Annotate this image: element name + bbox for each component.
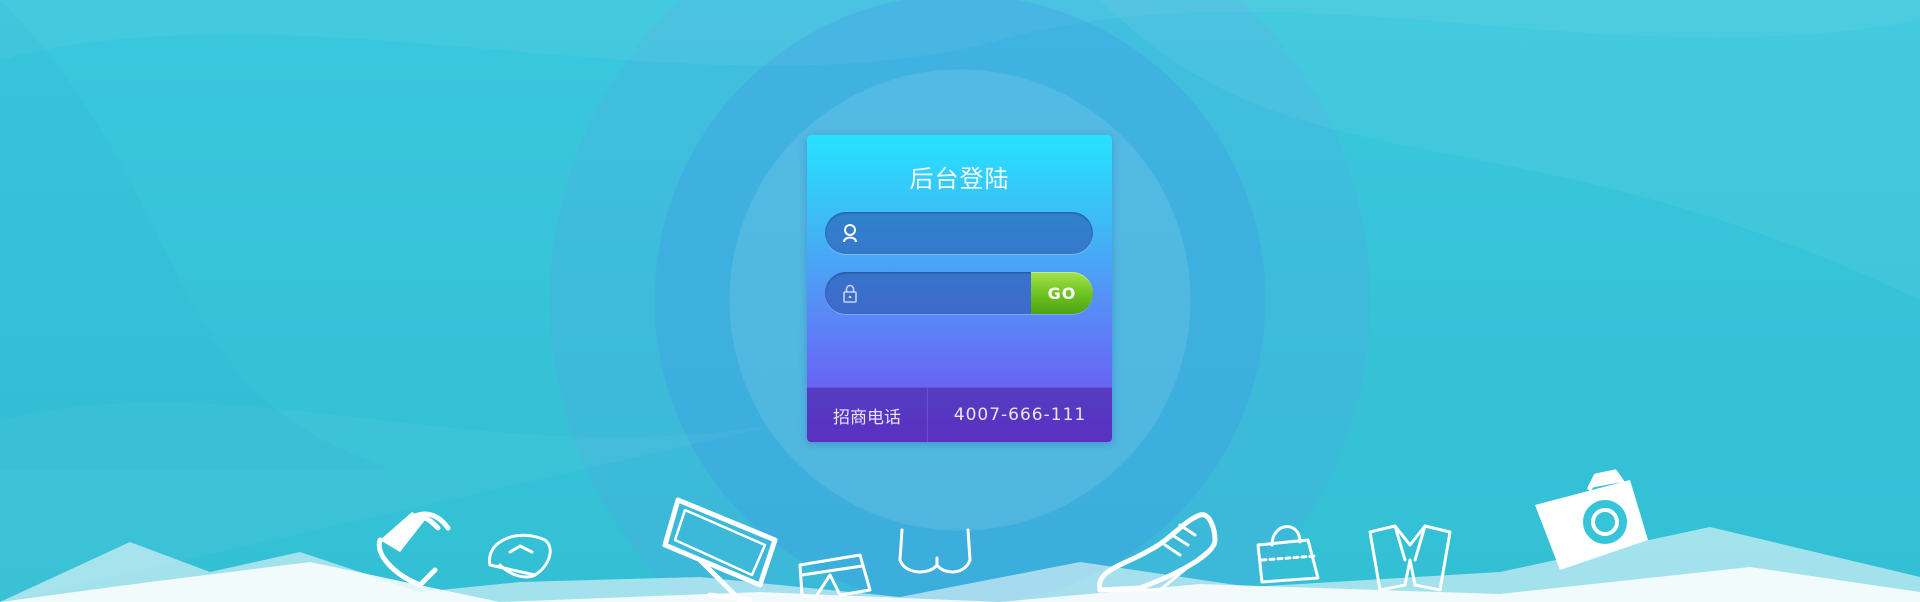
password-field[interactable]: GO — [825, 272, 1093, 316]
hotline-number: 4007-666-111 — [953, 405, 1087, 425]
user-icon — [843, 224, 857, 243]
login-title: 后台登陆 — [909, 165, 1010, 193]
card-footer: 招商电话 4007-666-111 — [807, 387, 1112, 442]
login-card: 后台登陆 GO 招商电话 4007-666-111 — [807, 135, 1112, 442]
hotline-label: 招商电话 — [807, 388, 928, 442]
username-input[interactable] — [867, 212, 1071, 256]
lock-icon — [843, 284, 857, 303]
username-field[interactable] — [825, 212, 1093, 256]
go-button[interactable]: GO — [1031, 272, 1093, 314]
mountain-silhouette — [0, 527, 1920, 602]
